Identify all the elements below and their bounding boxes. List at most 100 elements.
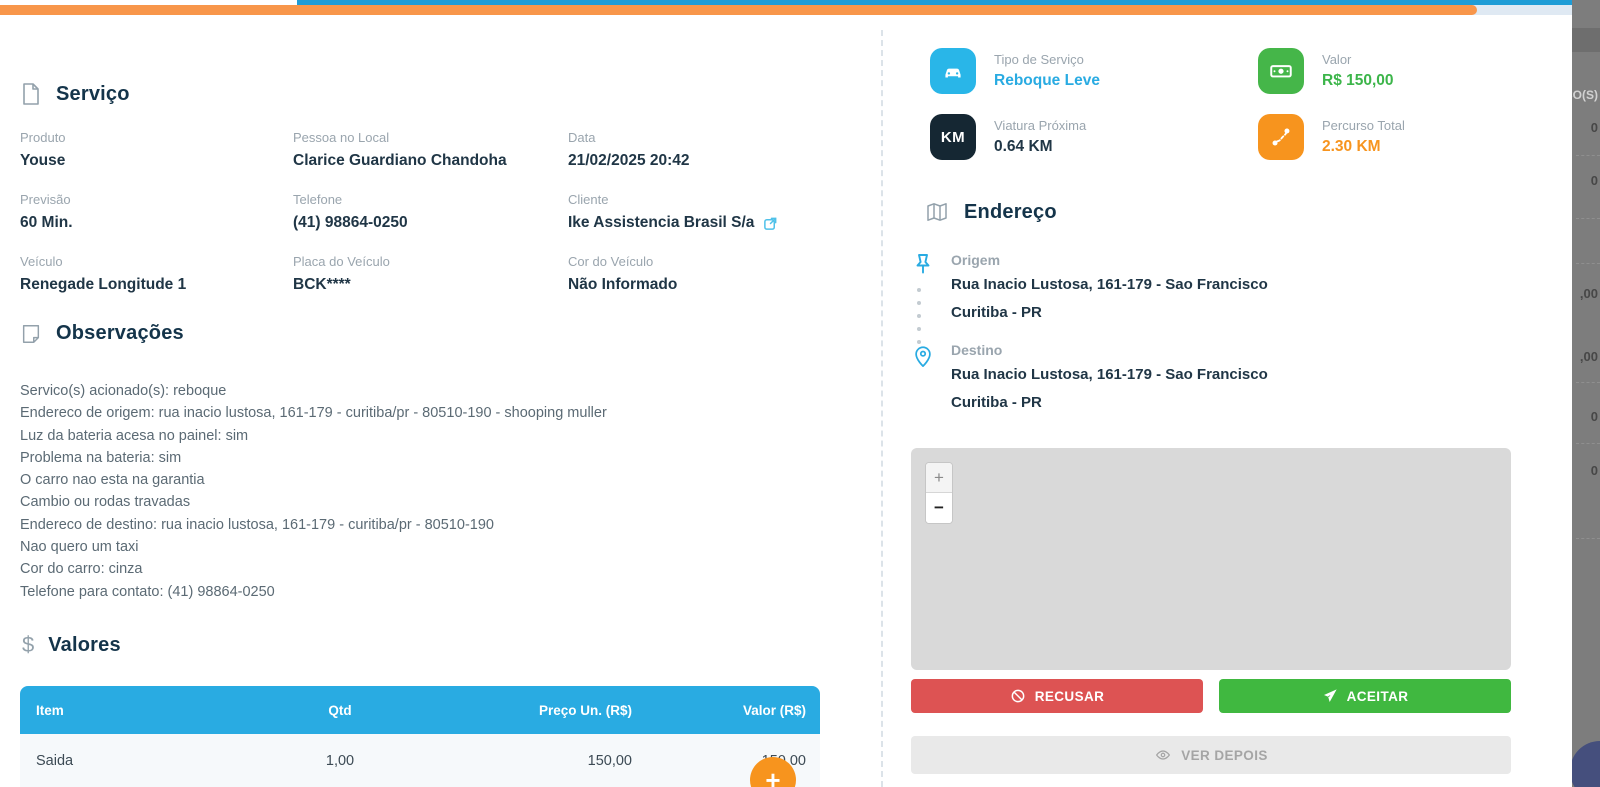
see-later-button[interactable]: VER DEPOIS (911, 736, 1511, 774)
column-divider (881, 30, 883, 787)
col-header-qtd: Qtd (328, 702, 352, 718)
see-later-label: VER DEPOIS (1181, 747, 1268, 763)
col-header-item: Item (36, 702, 64, 718)
background-text-fragment: 0 (1590, 409, 1598, 424)
card-label: Valor (1322, 52, 1352, 67)
external-link-icon[interactable] (763, 216, 778, 231)
observation-line: O carro nao esta na garantia (20, 472, 205, 489)
eye-icon (1156, 750, 1171, 760)
send-icon (1323, 689, 1337, 702)
service-title: Serviço (56, 82, 130, 105)
field-label: Telefone (293, 192, 343, 207)
background-text-fragment: ,00 (1579, 286, 1598, 301)
client-value: Ike Assistencia Brasil S/a (568, 214, 755, 231)
observation-line: Luz da bateria acesa no painel: sim (20, 427, 249, 444)
field-value: 21/02/2025 20:42 (568, 152, 690, 169)
field-value: Não Informado (568, 276, 678, 293)
card-nearest-unit: KM Viatura Próxima 0.64 KM (930, 114, 1086, 160)
field-value: BCK**** (293, 276, 351, 293)
map-zoom-controls: + − (925, 462, 953, 524)
note-icon (22, 324, 40, 343)
map-canvas[interactable]: + − (911, 448, 1511, 670)
service-fields: Produto Youse Pessoa no Local Clarice Guar… (20, 130, 820, 316)
location-pin-icon (911, 342, 935, 414)
timer-bar-fill (0, 5, 1477, 15)
valores-title: Valores (48, 633, 121, 656)
pushpin-icon (911, 252, 935, 324)
observation-line: Endereco de destino: rua inacio lustosa,… (20, 516, 494, 533)
km-badge: KM (930, 114, 976, 160)
field-value: (41) 98864-0250 (293, 214, 408, 231)
document-icon (23, 83, 39, 105)
route-icon (1258, 114, 1304, 160)
dimmed-background-strip: ÇO(S) 0 0 ,00 ,00 0 0 (1572, 0, 1600, 787)
observation-line: Problema na bateria: sim (20, 449, 182, 466)
table-row: Saida 1,00 150,00 150,00 (20, 734, 820, 787)
cell-valor: 150,00 (636, 753, 820, 769)
money-icon (1258, 48, 1304, 94)
destination-address-line2: Curitiba - PR (951, 394, 1042, 411)
observation-line: Telefone para contato: (41) 98864-0250 (20, 583, 275, 600)
observation-line: Servico(s) acionado(s): reboque (20, 383, 227, 399)
cell-preco: 150,00 (587, 752, 632, 769)
background-text-fragment: 0 (1590, 463, 1598, 478)
prohibited-icon (1011, 689, 1025, 703)
refuse-label: RECUSAR (1034, 688, 1105, 704)
field-label: Veículo (20, 254, 63, 269)
zoom-in-button[interactable]: + (926, 463, 952, 493)
card-label: Percurso Total (1322, 118, 1405, 133)
field-label: Pessoa no Local (293, 130, 390, 145)
top-progress-bar (297, 0, 1572, 5)
observations-title: Observações (56, 322, 184, 344)
field-label: Cor do Veículo (568, 254, 654, 269)
valores-table: Item Qtd Preço Un. (R$) Valor (R$) Saida… (20, 686, 820, 787)
map-icon (927, 203, 947, 221)
field-value: 60 Min. (20, 214, 73, 231)
origin-address-line1: Rua Inacio Lustosa, 161-179 - Sao Franci… (951, 276, 1268, 293)
col-header-valor: Valor (R$) (742, 702, 806, 718)
dollar-icon: $ (22, 632, 35, 657)
destination-label: Destino (951, 342, 1003, 358)
background-text-fragment: ,00 (1579, 349, 1598, 364)
field-label: Cliente (568, 192, 609, 207)
origin-block: Origem Rua Inacio Lustosa, 161-179 - Sao… (911, 252, 1511, 324)
address-title: Endereço (964, 200, 1057, 223)
observation-line: Cor do carro: cinza (20, 561, 143, 578)
card-label: Tipo de Serviço (994, 52, 1084, 67)
background-text-fragment: 0 (1590, 120, 1598, 135)
origin-address-line2: Curitiba - PR (951, 304, 1042, 321)
field-label: Produto (20, 130, 66, 145)
car-icon (930, 48, 976, 94)
zoom-out-button[interactable]: − (926, 493, 952, 523)
valores-section-header: $ Valores (22, 632, 121, 658)
field-value: Youse (20, 152, 66, 169)
accept-label: ACEITAR (1346, 688, 1409, 704)
card-value: Valor R$ 150,00 (1258, 48, 1394, 94)
card-service-type: Tipo de Serviço Reboque Leve (930, 48, 1100, 94)
destination-block: Destino Rua Inacio Lustosa, 161-179 - Sa… (911, 342, 1511, 414)
observation-line: Endereco de origem: rua inacio lustosa, … (20, 405, 607, 422)
cell-qtd: 1,00 (325, 752, 355, 769)
dispatch-offer-modal: Serviço Produto Youse Pessoa no Local Clar… (0, 0, 1600, 787)
accept-button[interactable]: ACEITAR (1219, 679, 1511, 713)
field-label: Data (568, 130, 596, 145)
origin-label: Origem (951, 252, 1001, 268)
address-section-header: Endereço (924, 200, 1057, 224)
service-section-header: Serviço (20, 82, 130, 106)
field-value: Clarice Guardiano Chandoha (293, 152, 507, 169)
valores-table-header: Item Qtd Preço Un. (R$) Valor (R$) (20, 686, 820, 734)
card-value: R$ 150,00 (1322, 72, 1394, 89)
observations-text: Servico(s) acionado(s): reboque Endereco… (20, 380, 840, 603)
field-label: Previsão (20, 192, 71, 207)
field-label: Placa do Veículo (293, 254, 390, 269)
route-dots-connector (917, 288, 921, 344)
card-label: Viatura Próxima (994, 118, 1087, 133)
destination-address-line1: Rua Inacio Lustosa, 161-179 - Sao Franci… (951, 366, 1268, 383)
card-value: Reboque Leve (994, 72, 1100, 89)
cell-item: Saida (36, 752, 74, 769)
field-value: Renegade Longitude 1 (20, 276, 187, 293)
chat-widget-button[interactable] (1572, 741, 1600, 787)
observation-line: Cambio ou rodas travadas (20, 494, 191, 511)
card-value: 0.64 KM (994, 138, 1053, 155)
refuse-button[interactable]: RECUSAR (911, 679, 1203, 713)
